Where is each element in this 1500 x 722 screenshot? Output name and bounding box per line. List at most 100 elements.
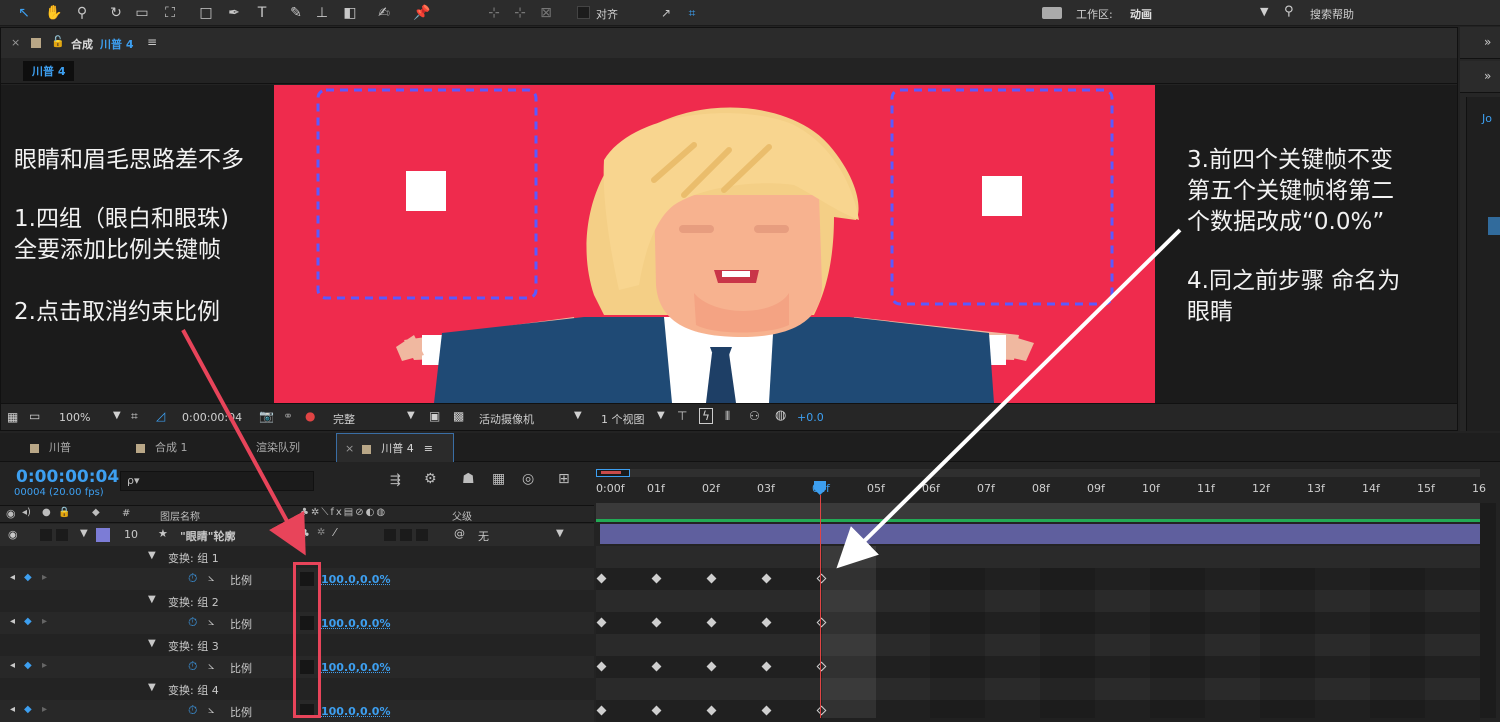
- roi-icon[interactable]: ▣: [429, 409, 440, 423]
- exposure-icon[interactable]: ◍: [775, 408, 786, 423]
- camera-tool-icon[interactable]: ▭: [132, 3, 152, 23]
- show-snapshot-icon[interactable]: ⚭: [283, 409, 293, 423]
- region-icon[interactable]: ⌗: [131, 409, 138, 424]
- panel-icon[interactable]: [1488, 217, 1500, 235]
- timeline-scrollbar[interactable]: [1480, 503, 1496, 718]
- shy-layers-icon[interactable]: ☗: [462, 471, 475, 487]
- shy-switch-icon[interactable]: ♣: [300, 527, 310, 540]
- zoom-tool-icon[interactable]: ⚲: [72, 3, 92, 23]
- motion-blur-icon[interactable]: ◎: [522, 471, 534, 487]
- graph-icon[interactable]: ⦣: [208, 571, 214, 585]
- workspace-dropdown[interactable]: 动画: [1130, 6, 1152, 22]
- flowchart-icon[interactable]: ⚇: [749, 409, 760, 423]
- stopwatch-icon[interactable]: ⏱: [188, 659, 197, 674]
- prev-keyframe-icon[interactable]: ◂: [10, 572, 15, 583]
- prev-keyframe-icon[interactable]: ◂: [10, 660, 15, 671]
- layer-duration-bar[interactable]: [600, 524, 1480, 544]
- axis-view-icon[interactable]: ⊠: [536, 3, 556, 23]
- keyframe-toggle-icon[interactable]: ◆: [24, 660, 32, 671]
- composition-canvas[interactable]: [274, 85, 1155, 403]
- parent-dropdown[interactable]: 无: [478, 528, 489, 544]
- tab-trump[interactable]: 川普: [22, 433, 122, 462]
- graph-icon[interactable]: ⦣: [208, 703, 214, 717]
- exposure-value[interactable]: +0.0: [797, 411, 824, 424]
- tab-comp-1[interactable]: 合成 1: [128, 433, 228, 462]
- expand-panel-icon[interactable]: »: [1484, 35, 1491, 49]
- rotate-tool-icon[interactable]: ↻: [106, 3, 126, 23]
- keyframe-toggle-icon[interactable]: ◆: [24, 704, 32, 715]
- eraser-tool-icon[interactable]: ◧: [340, 3, 360, 23]
- align-checkbox[interactable]: [577, 6, 590, 19]
- chevron-down-icon[interactable]: ▼: [657, 410, 665, 421]
- lock-icon[interactable]: 🔒: [58, 507, 70, 518]
- text-tool-icon[interactable]: T: [252, 3, 272, 23]
- stopwatch-icon[interactable]: ⏱: [188, 615, 197, 630]
- viewer-timecode[interactable]: 0:00:00:04: [182, 411, 242, 424]
- transparency-grid-icon[interactable]: ▩: [453, 409, 464, 423]
- layer-name[interactable]: "眼睛"轮廓: [180, 528, 235, 544]
- hand-tool-icon[interactable]: ✋: [44, 3, 64, 23]
- prev-keyframe-icon[interactable]: ◂: [10, 704, 15, 715]
- keyframe-toggle-icon[interactable]: ◆: [24, 572, 32, 583]
- frame-blending-icon[interactable]: ▦: [492, 471, 505, 487]
- scale-track[interactable]: [596, 612, 1480, 634]
- close-icon[interactable]: ×: [345, 442, 354, 455]
- expand-arrow-icon[interactable]: ▼: [148, 638, 156, 649]
- scale-track[interactable]: [596, 656, 1480, 678]
- mask-icon[interactable]: ◿: [156, 409, 165, 423]
- channel-icon[interactable]: ●: [305, 409, 315, 423]
- scale-value[interactable]: 100.0,0.0%: [321, 705, 390, 718]
- next-keyframe-icon[interactable]: ▸: [42, 616, 47, 627]
- prev-keyframe-icon[interactable]: ◂: [10, 616, 15, 627]
- quality-switch-icon[interactable]: ⁄: [334, 526, 336, 539]
- camera-dropdown[interactable]: 活动摄像机: [479, 411, 534, 427]
- views-dropdown[interactable]: 1 个视图: [601, 411, 645, 427]
- grid-icon[interactable]: ▦: [7, 410, 18, 424]
- scale-value[interactable]: 100.0,0.0%: [321, 573, 390, 586]
- brush-tool-icon[interactable]: ✎: [286, 3, 306, 23]
- graph-icon[interactable]: ⦣: [208, 659, 214, 673]
- playhead-line[interactable]: [820, 495, 821, 718]
- chevron-down-icon[interactable]: ▼: [407, 410, 415, 421]
- scale-value[interactable]: 100.0,0.0%: [321, 617, 390, 630]
- timeline-current-time[interactable]: 0:00:00:04: [16, 467, 119, 487]
- switches-icons[interactable]: ♣✲⟍fx▤⊘◐◍: [300, 507, 387, 518]
- snap-icon[interactable]: ↗: [656, 3, 676, 23]
- timeline-icon[interactable]: ⫴: [725, 409, 730, 424]
- col-layer-name[interactable]: 图层名称: [160, 508, 200, 523]
- eye-icon[interactable]: ◉: [6, 507, 16, 520]
- search-help-input[interactable]: 搜索帮助: [1310, 6, 1354, 22]
- panel-menu-icon[interactable]: ≡: [424, 442, 433, 455]
- keyframe-toggle-icon[interactable]: ◆: [24, 616, 32, 627]
- puppet-tool-icon[interactable]: 📌: [412, 3, 432, 23]
- layer-row[interactable]: ◉ ▼ 10 ★ "眼睛"轮廓 ♣ ✲ ⁄ @ 无 ▼: [0, 524, 594, 546]
- clone-stamp-tool-icon[interactable]: ⊥: [312, 3, 332, 23]
- expand-arrow-icon[interactable]: ▼: [148, 550, 156, 561]
- zoom-dropdown[interactable]: 100%: [59, 411, 90, 424]
- chevron-down-icon[interactable]: ▼: [574, 410, 582, 421]
- expand-arrow-icon[interactable]: ▼: [80, 528, 88, 539]
- close-icon[interactable]: ×: [11, 36, 20, 49]
- next-keyframe-icon[interactable]: ▸: [42, 704, 47, 715]
- panel-menu-icon[interactable]: ≡: [147, 35, 157, 49]
- layer-search-input[interactable]: ρ▾: [120, 471, 314, 491]
- toggle-pixel-aspect-icon[interactable]: ⊤: [677, 409, 687, 423]
- time-ruler[interactable]: 0:00f 01f 02f 03f 04f 05f 06f 07f 08f 09…: [596, 479, 1486, 499]
- fast-preview-icon[interactable]: ϟ: [699, 408, 713, 424]
- draft-3d-icon[interactable]: ⚙: [424, 471, 437, 487]
- tab-trump-4[interactable]: × 川普 4 ≡: [336, 433, 454, 462]
- scale-track[interactable]: [596, 700, 1480, 722]
- work-area-bar[interactable]: [596, 469, 1480, 477]
- tab-render-queue[interactable]: 渲染队列: [248, 433, 328, 462]
- expand-arrow-icon[interactable]: ▼: [148, 594, 156, 605]
- resolution-dropdown[interactable]: 完整: [333, 411, 355, 427]
- chevron-down-icon[interactable]: ▼: [556, 528, 564, 539]
- pickwhip-icon[interactable]: @: [454, 527, 465, 540]
- comp-breadcrumb[interactable]: 川普 4: [23, 61, 75, 81]
- visibility-eye-icon[interactable]: ◉: [8, 528, 18, 541]
- chevron-down-icon[interactable]: ▼: [113, 410, 121, 421]
- expand-panel-icon[interactable]: »: [1484, 69, 1491, 83]
- scale-value[interactable]: 100.0,0.0%: [321, 661, 390, 674]
- chevron-down-icon[interactable]: ▼: [1260, 5, 1268, 18]
- label-tag-icon[interactable]: ◆: [92, 507, 100, 518]
